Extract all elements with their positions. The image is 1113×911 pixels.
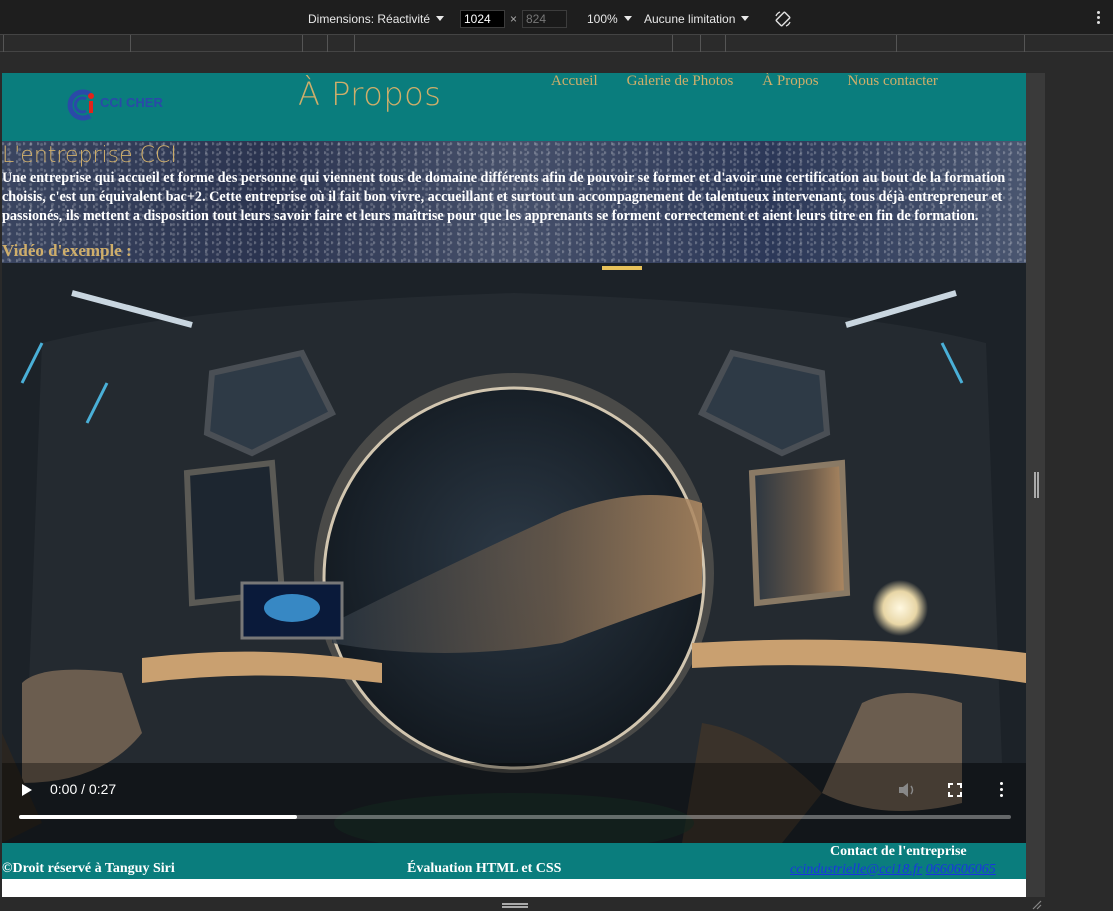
contact-title: Contact de l'entreprise [830,844,967,859]
cci-logo-icon [67,89,94,121]
devtools-toolbar: Dimensions: Réactivité × 100% Aucune lim… [0,0,1113,35]
intro-paragraph: Une entreprise qui accueil et forme des … [2,170,1006,224]
video-heading: Vidéo d'exemple : [2,241,132,260]
nav-link-a-propos[interactable]: À Propos [762,73,818,90]
media-query-ruler [0,34,1113,52]
more-options-icon[interactable] [1097,11,1101,25]
zoom-label: 100% [587,12,618,26]
chevron-down-icon [741,16,750,21]
copyright-text: ©Droit réservé à Tanguy Siri [2,861,175,876]
resize-handle-bottom[interactable] [502,903,528,908]
evaluation-text: Évaluation HTML et CSS [407,861,562,876]
logo-text: CCI CHER [100,95,163,110]
throttle-dropdown[interactable]: Aucune limitation [644,12,750,26]
video-time: 0:00 / 0:27 [50,781,117,797]
rotate-icon[interactable] [774,10,792,28]
site-footer: ©Droit réservé à Tanguy Siri Évaluation … [2,843,1026,879]
resize-corner-icon[interactable] [1030,898,1042,910]
height-input[interactable] [522,10,567,28]
intro-heading: L'entreprise CCI [2,143,177,168]
dimensions-dropdown[interactable]: Dimensions: Réactivité [308,12,445,26]
site-header: CCI CHER À Propos Accueil Galerie de Pho… [2,73,1026,141]
chevron-down-icon [436,16,445,21]
contact-email-link[interactable]: ccindustrielle@cci18.fr [790,862,922,877]
zoom-dropdown[interactable]: 100% [587,12,632,26]
resize-handle-right[interactable] [1034,472,1039,498]
chevron-down-icon [623,16,632,21]
intro-section: L'entreprise CCI Une entreprise qui accu… [2,141,1026,263]
contact-phone-link[interactable]: 0660606065 [926,862,996,877]
cci-logo[interactable]: CCI CHER [66,88,176,122]
nav-link-galerie[interactable]: Galerie de Photos [627,73,734,90]
page-title: À Propos [298,75,442,113]
fullscreen-icon[interactable] [948,783,962,797]
dimensions-label: Dimensions: Réactivité [308,12,431,26]
contact-line: ccindustrielle@cci18.fr 0660606065 [790,862,996,878]
video-frame-image [2,263,1026,843]
nav-link-contact[interactable]: Nous contacter [848,73,938,90]
volume-icon[interactable] [898,782,916,798]
main-nav: Accueil Galerie de Photos À Propos Nous … [551,73,938,90]
times-sign: × [510,12,518,26]
throttle-label: Aucune limitation [644,12,736,26]
nav-link-accueil[interactable]: Accueil [551,73,598,90]
video-progress-fill [19,815,297,819]
video-menu-icon[interactable] [1000,782,1004,798]
play-button[interactable] [22,784,32,796]
width-input[interactable] [460,10,505,28]
emulated-viewport: CCI CHER À Propos Accueil Galerie de Pho… [2,73,1026,897]
video-player[interactable]: 0:00 / 0:27 [2,263,1026,843]
video-progress-bar[interactable] [19,815,1011,819]
